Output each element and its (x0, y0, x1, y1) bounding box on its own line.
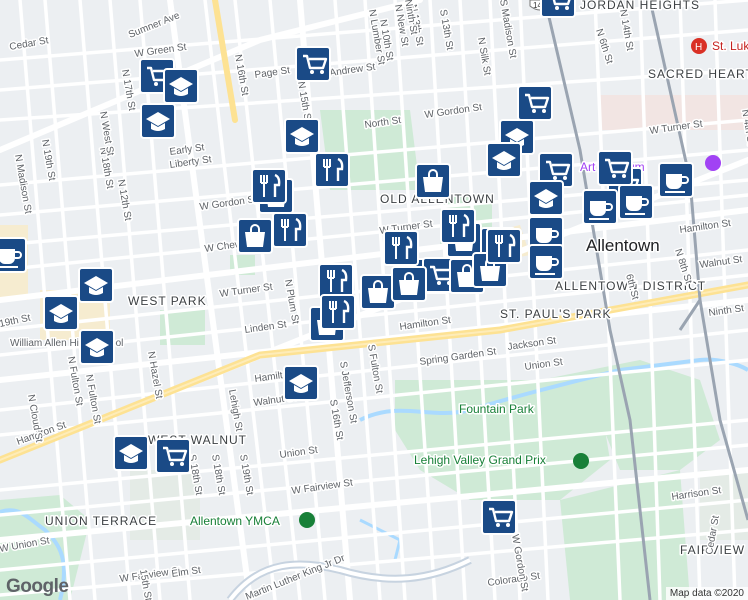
school-icon[interactable] (486, 142, 522, 178)
school-icon[interactable] (283, 365, 319, 401)
restaurant-icon[interactable] (382, 229, 420, 267)
restaurant-icon[interactable] (319, 293, 357, 331)
label-west-park: WEST PARK (128, 294, 207, 308)
school-icon[interactable] (78, 267, 114, 303)
poi-hospital[interactable]: H St. Luke's Hospital (691, 38, 748, 55)
school-icon[interactable] (284, 118, 320, 154)
shopping-cart-icon[interactable] (480, 498, 518, 536)
map-attribution: Map data ©2020 (665, 587, 748, 600)
school-icon[interactable] (163, 68, 199, 104)
restaurant-icon[interactable] (271, 211, 309, 249)
restaurant-icon[interactable] (250, 167, 288, 205)
google-logo-text: Google (6, 576, 69, 597)
google-logo: Google (6, 576, 69, 598)
label-union-terrace: UNION TERRACE (45, 514, 157, 528)
shopping-bag-icon[interactable] (415, 163, 451, 199)
label-jordan-heights: JORDAN HEIGHTS (580, 0, 700, 12)
restaurant-icon[interactable] (439, 207, 477, 245)
shopping-cart-icon[interactable] (516, 84, 554, 122)
svg-text:H: H (695, 42, 702, 53)
school-icon[interactable] (140, 103, 176, 139)
restaurant-icon[interactable] (317, 262, 355, 300)
restaurant-icon[interactable] (313, 151, 351, 189)
shopping-bag-icon[interactable] (391, 266, 427, 302)
coffee-icon[interactable] (0, 237, 27, 273)
school-icon[interactable] (113, 435, 149, 471)
label-st-pauls-park: ST. PAUL'S PARK (500, 307, 612, 321)
label-hospital: St. Luke's Hospital (712, 39, 748, 53)
shopping-cart-icon[interactable] (294, 45, 332, 83)
school-icon[interactable] (79, 329, 115, 365)
shopping-bag-icon[interactable] (360, 274, 396, 310)
label-fountain-park: Fountain Park (459, 402, 535, 416)
school-icon[interactable] (528, 180, 564, 216)
label-grand-prix: Lehigh Valley Grand Prix (414, 453, 546, 467)
coffee-icon[interactable] (528, 244, 564, 280)
label-city: Allentown (586, 236, 660, 255)
shopping-cart-icon[interactable] (539, 0, 577, 19)
school-icon[interactable] (43, 295, 79, 331)
shopping-cart-icon[interactable] (154, 437, 192, 475)
label-ymca: Allentown YMCA (190, 514, 280, 528)
restaurant-icon[interactable] (485, 227, 523, 265)
map-canvas[interactable]: WEST PARK OLD ALLENTOWN ST. PAUL'S PARK … (0, 0, 748, 600)
shopping-cart-icon[interactable] (596, 149, 634, 187)
shopping-bag-icon[interactable] (237, 218, 273, 254)
coffee-icon[interactable] (582, 189, 618, 225)
coffee-icon[interactable] (618, 184, 654, 220)
label-sacred-heart: SACRED HEART (648, 67, 748, 81)
coffee-icon[interactable] (658, 162, 694, 198)
poi-park[interactable]: Fountain Park (458, 401, 537, 418)
